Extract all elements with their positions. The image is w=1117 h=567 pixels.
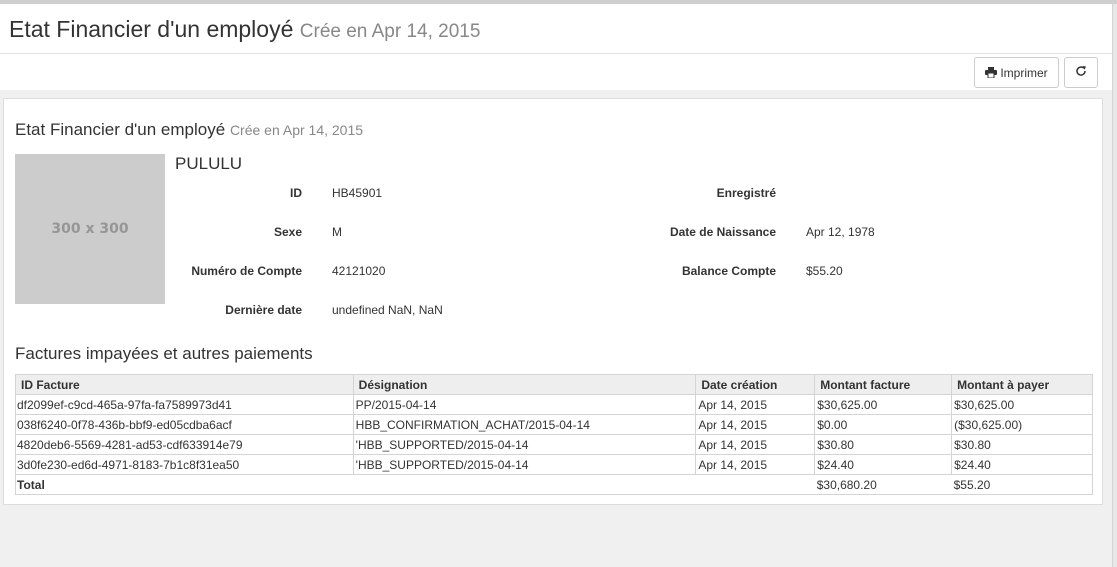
total-amount-to-pay: $55.20 <box>951 474 1093 495</box>
cell-amount-to-pay: $30,625.00 <box>951 394 1093 415</box>
refresh-button[interactable] <box>1064 57 1098 88</box>
last-date-label: Dernière date <box>225 303 302 317</box>
cell-invoice-id: df2099ef-c9cd-465a-97fa-fa7589973d41 <box>15 394 354 415</box>
panel-subtitle: Crée en Apr 14, 2015 <box>229 122 364 138</box>
account-number-value: 42121020 <box>332 264 386 278</box>
table-row: df2099ef-c9cd-465a-97fa-fa7589973d41 PP/… <box>15 394 1093 415</box>
financial-panel: Etat Financier d'un employé Crée en Apr … <box>3 98 1103 505</box>
cell-invoice-id: 3d0fe230-ed6d-4971-8183-7b1c8f31ea50 <box>15 454 354 475</box>
table-header-row: ID Facture Désignation Date création Mon… <box>15 374 1093 395</box>
account-number-label: Numéro de Compte <box>191 264 302 278</box>
total-empty-cell <box>353 474 696 495</box>
print-button[interactable]: Imprimer <box>974 57 1059 88</box>
cell-amount-to-pay: $30.80 <box>951 434 1093 455</box>
col-header-amount-to-pay[interactable]: Montant à payer <box>951 374 1093 395</box>
panel-title: Etat Financier d'un employé Crée en Apr … <box>15 120 363 140</box>
col-header-invoice-amount[interactable]: Montant facture <box>814 374 953 395</box>
cell-creation-date: Apr 14, 2015 <box>695 434 816 455</box>
sex-value: M <box>332 225 342 239</box>
page-subtitle: Crée en Apr 14, 2015 <box>299 21 481 42</box>
cell-designation: 'HBB_SUPPORTED/2015-04-14 <box>352 434 697 455</box>
last-date-value: undefined NaN, NaN <box>332 303 443 317</box>
panel-title-text: Etat Financier d'un employé <box>15 120 226 139</box>
cell-invoice-amount: $0.00 <box>814 414 953 435</box>
cell-designation: PP/2015-04-14 <box>352 394 697 415</box>
id-value: HB45901 <box>332 186 383 200</box>
print-icon <box>985 67 998 79</box>
birth-date-value: Apr 12, 1978 <box>806 225 875 239</box>
scrollbar[interactable] <box>1112 4 1117 567</box>
cell-creation-date: Apr 14, 2015 <box>695 454 816 475</box>
total-invoice-amount: $30,680.20 <box>814 474 952 495</box>
table-row: 038f6240-0f78-436b-bbf9-ed05cdba6acf HBB… <box>15 414 1093 435</box>
toolbar: Imprimer <box>0 54 1112 90</box>
table-row: 3d0fe230-ed6d-4971-8183-7b1c8f31ea50 'HB… <box>15 454 1093 475</box>
invoices-title: Factures impayées et autres paiements <box>15 344 313 363</box>
refresh-icon <box>1075 65 1087 80</box>
cell-amount-to-pay: $24.40 <box>951 454 1093 475</box>
print-button-label: Imprimer <box>1000 65 1048 80</box>
employee-photo-placeholder: 300 x 300 <box>15 154 165 304</box>
sex-label: Sexe <box>273 225 302 239</box>
cell-invoice-amount: $30,625.00 <box>814 394 953 415</box>
id-label: ID <box>290 186 302 200</box>
cell-creation-date: Apr 14, 2015 <box>695 414 816 435</box>
cell-designation: 'HBB_SUPPORTED/2015-04-14 <box>352 454 697 475</box>
balance-label: Balance Compte <box>681 264 776 278</box>
cell-designation: HBB_CONFIRMATION_ACHAT/2015-04-14 <box>352 414 697 435</box>
total-label: Total <box>15 474 354 495</box>
invoices-table: ID Facture Désignation Date création Mon… <box>15 374 1093 495</box>
cell-invoice-amount: $24.40 <box>814 454 953 475</box>
cell-creation-date: Apr 14, 2015 <box>695 394 816 415</box>
balance-value: $55.20 <box>806 264 843 278</box>
table-row: 4820deb6-5569-4281-ad53-cdf633914e79 'HB… <box>15 434 1093 455</box>
col-header-designation[interactable]: Désignation <box>352 374 697 395</box>
col-header-invoice-id[interactable]: ID Facture <box>15 374 354 395</box>
birth-date-label: Date de Naissance <box>669 225 776 239</box>
page-title: Etat Financier d'un employé Crée en Apr … <box>9 16 480 43</box>
page-header: Etat Financier d'un employé Crée en Apr … <box>0 4 1112 54</box>
registered-label: Enregistré <box>716 186 776 200</box>
page-title-text: Etat Financier d'un employé <box>9 16 294 42</box>
employee-name: PULULU <box>175 154 243 173</box>
table-total-row: Total $30,680.20 $55.20 <box>15 474 1093 495</box>
cell-invoice-amount: $30.80 <box>814 434 953 455</box>
cell-invoice-id: 4820deb6-5569-4281-ad53-cdf633914e79 <box>15 434 354 455</box>
col-header-creation-date[interactable]: Date création <box>695 374 816 395</box>
total-empty-cell <box>695 474 815 495</box>
cell-amount-to-pay: ($30,625.00) <box>951 414 1093 435</box>
cell-invoice-id: 038f6240-0f78-436b-bbf9-ed05cdba6acf <box>15 414 354 435</box>
